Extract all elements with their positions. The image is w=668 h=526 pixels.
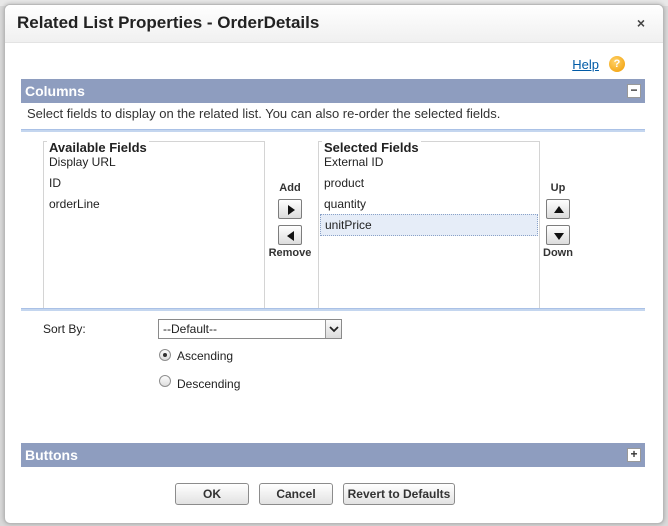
selected-field-item[interactable]: product [320, 173, 538, 195]
columns-section-title: Columns [25, 83, 85, 99]
up-label: Up [550, 182, 566, 194]
help-row: Help ? [5, 55, 663, 75]
buttons-section-header: Buttons + [21, 443, 645, 467]
available-field-item[interactable]: orderLine [45, 194, 263, 216]
columns-section-header: Columns − [21, 79, 645, 103]
selected-field-item[interactable]: quantity [320, 194, 538, 216]
add-label: Add [279, 182, 301, 194]
ascending-radio[interactable] [159, 349, 171, 361]
remove-button[interactable] [278, 225, 302, 245]
available-field-item[interactable]: ID [45, 173, 263, 195]
arrow-left-icon [287, 231, 294, 241]
expand-icon[interactable]: + [627, 448, 641, 462]
sort-by-value: --Default-- [163, 322, 218, 336]
columns-instructions: Select fields to display on the related … [27, 106, 501, 121]
sort-by-select[interactable]: --Default-- [158, 319, 342, 339]
move-up-button[interactable] [546, 199, 570, 219]
available-fields-list[interactable]: Available Fields Display URL ID orderLin… [43, 140, 265, 309]
help-link[interactable]: Help [572, 57, 599, 72]
down-label: Down [543, 247, 573, 259]
revert-to-defaults-button[interactable]: Revert to Defaults [343, 483, 455, 505]
related-list-properties-dialog: Related List Properties - OrderDetails ×… [4, 4, 664, 524]
buttons-section-title: Buttons [25, 447, 78, 463]
dialog-header: Related List Properties - OrderDetails × [5, 5, 663, 43]
ascending-label: Ascending [177, 349, 234, 363]
arrow-right-icon [288, 205, 295, 215]
chevron-down-icon [329, 326, 339, 333]
section-divider-bottom [21, 308, 645, 311]
selected-fields-list[interactable]: Selected Fields External ID product quan… [318, 140, 540, 309]
add-button[interactable] [278, 199, 302, 219]
selected-field-item-active[interactable]: unitPrice [320, 214, 538, 236]
cancel-button[interactable]: Cancel [259, 483, 333, 505]
dropdown-arrow[interactable] [325, 320, 341, 338]
remove-label: Remove [268, 247, 312, 259]
arrow-up-icon [554, 206, 564, 213]
available-field-item[interactable]: Display URL [45, 152, 263, 174]
descending-label: Descending [177, 377, 241, 391]
dialog-title: Related List Properties - OrderDetails [17, 13, 320, 32]
section-divider-top [21, 129, 645, 132]
move-down-button[interactable] [546, 225, 570, 245]
arrow-down-icon [554, 233, 564, 240]
close-icon[interactable]: × [637, 15, 645, 31]
selected-field-item[interactable]: External ID [320, 152, 538, 174]
ok-button[interactable]: OK [175, 483, 249, 505]
descending-radio[interactable] [159, 375, 171, 387]
collapse-icon[interactable]: − [627, 84, 641, 98]
help-icon[interactable]: ? [609, 56, 625, 72]
sort-by-label: Sort By: [43, 322, 86, 336]
radio-checked-dot [163, 353, 167, 357]
